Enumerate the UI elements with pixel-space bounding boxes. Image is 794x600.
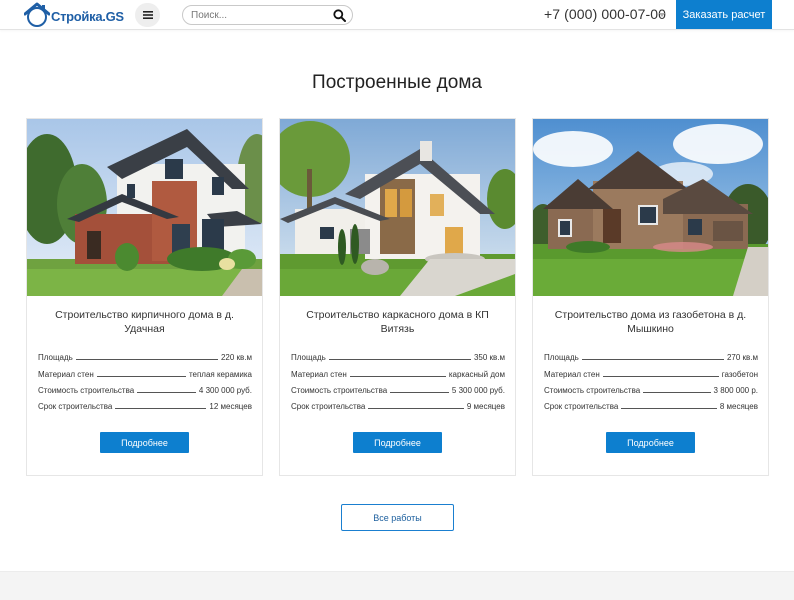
spec-row-cost: Стоимость строительства 5 300 000 руб. xyxy=(291,379,505,395)
spec-row-material: Материал стен газобетон xyxy=(544,362,758,379)
spec-value: 350 кв.м xyxy=(473,353,505,363)
spec-value: 12 месяцев xyxy=(209,402,252,412)
search-icon[interactable] xyxy=(333,9,346,22)
spec-row-area: Площадь 220 кв.м xyxy=(38,346,252,362)
search-input[interactable] xyxy=(191,8,331,22)
section-title: Построенные дома xyxy=(312,72,482,93)
spec-label: Материал стен xyxy=(544,369,600,379)
spec-list: Площадь 220 кв.м Материал стен теплая кера… xyxy=(38,346,252,411)
card-title[interactable]: Строительство каркасного дома в КП Витяз… xyxy=(290,308,505,336)
spec-row-duration: Срок строительства 9 месяцев xyxy=(291,395,505,411)
spec-leader-line xyxy=(643,391,711,393)
spec-value: 4 300 000 руб. xyxy=(198,385,252,395)
house-photo[interactable] xyxy=(533,119,768,296)
spec-row-area: Площадь 270 кв.м xyxy=(544,346,758,362)
details-button[interactable]: Подробнее xyxy=(100,432,189,453)
spec-leader-line xyxy=(75,359,218,361)
order-calculation-button[interactable]: Заказать расчет xyxy=(676,0,772,29)
project-card: Строительство каркасного дома в КП Витяз… xyxy=(279,118,516,476)
caret-down-icon[interactable] xyxy=(659,13,665,17)
spec-value: газобетон xyxy=(721,369,758,379)
spec-label: Срок строительства xyxy=(291,402,366,412)
spec-list: Площадь 350 кв.м Материал стен каркасный д… xyxy=(291,346,505,411)
spec-label: Площадь xyxy=(291,353,326,363)
logo-text: Стройка.GS xyxy=(51,8,124,24)
spec-label: Стоимость строительства xyxy=(38,385,135,395)
project-card: Строительство кирпичного дома в д. Удачн… xyxy=(26,118,263,476)
house-photo[interactable] xyxy=(27,119,262,296)
spec-value: теплая керамика xyxy=(188,369,252,379)
spec-value: 270 кв.м xyxy=(726,353,758,363)
project-card: Строительство дома из газобетона в д. Мы… xyxy=(532,118,769,476)
spec-leader-line xyxy=(115,408,207,410)
spec-label: Площадь xyxy=(544,353,579,363)
spec-label: Материал стен xyxy=(38,369,94,379)
spec-value: 5 300 000 руб. xyxy=(451,385,505,395)
spec-value: 220 кв.м xyxy=(220,353,252,363)
spec-value: 9 месяцев xyxy=(466,402,505,412)
spec-leader-line xyxy=(581,359,724,361)
details-button[interactable]: Подробнее xyxy=(353,432,442,453)
menu-button[interactable] xyxy=(135,3,160,27)
spec-label: Площадь xyxy=(38,353,73,363)
site-header: Стройка.GS +7 (000) 000-07-00 Заказать р… xyxy=(0,0,794,30)
spec-value: каркасный дом xyxy=(448,369,505,379)
spec-label: Срок строительства xyxy=(544,402,619,412)
card-title[interactable]: Строительство дома из газобетона в д. Мы… xyxy=(543,308,758,336)
spec-leader-line xyxy=(328,359,471,361)
spec-label: Материал стен xyxy=(291,369,347,379)
spec-label: Стоимость строительства xyxy=(544,385,641,395)
house-photo[interactable] xyxy=(280,119,515,296)
spec-row-cost: Стоимость строительства 4 300 000 руб. xyxy=(38,379,252,395)
spec-row-duration: Срок строительства 8 месяцев xyxy=(544,395,758,411)
spec-value: 3 800 000 р. xyxy=(713,385,758,395)
card-title[interactable]: Строительство кирпичного дома в д. Удачн… xyxy=(37,308,252,336)
spec-row-area: Площадь 350 кв.м xyxy=(291,346,505,362)
spec-leader-line xyxy=(96,375,186,377)
spec-label: Срок строительства xyxy=(38,402,113,412)
footer-band xyxy=(0,571,794,600)
spec-leader-line xyxy=(349,375,446,377)
hamburger-menu-icon xyxy=(142,11,153,19)
spec-row-cost: Стоимость строительства 3 800 000 р. xyxy=(544,379,758,395)
spec-leader-line xyxy=(621,408,717,410)
spec-leader-line xyxy=(368,408,464,410)
house-logo-icon xyxy=(24,2,50,27)
spec-row-material: Материал стен каркасный дом xyxy=(291,362,505,379)
phone-number[interactable]: +7 (000) 000-07-00 xyxy=(544,6,666,22)
spec-leader-line xyxy=(602,375,719,377)
spec-row-material: Материал стен теплая керамика xyxy=(38,362,252,379)
spec-row-duration: Срок строительства 12 месяцев xyxy=(38,395,252,411)
spec-leader-line xyxy=(390,391,449,393)
spec-value: 8 месяцев xyxy=(719,402,758,412)
spec-leader-line xyxy=(137,391,196,393)
search-box xyxy=(182,5,353,25)
details-button[interactable]: Подробнее xyxy=(606,432,695,453)
spec-list: Площадь 270 кв.м Материал стен газобетон С… xyxy=(544,346,758,411)
spec-label: Стоимость строительства xyxy=(291,385,388,395)
all-works-button[interactable]: Все работы xyxy=(341,504,454,531)
logo[interactable]: Стройка.GS xyxy=(24,2,124,28)
